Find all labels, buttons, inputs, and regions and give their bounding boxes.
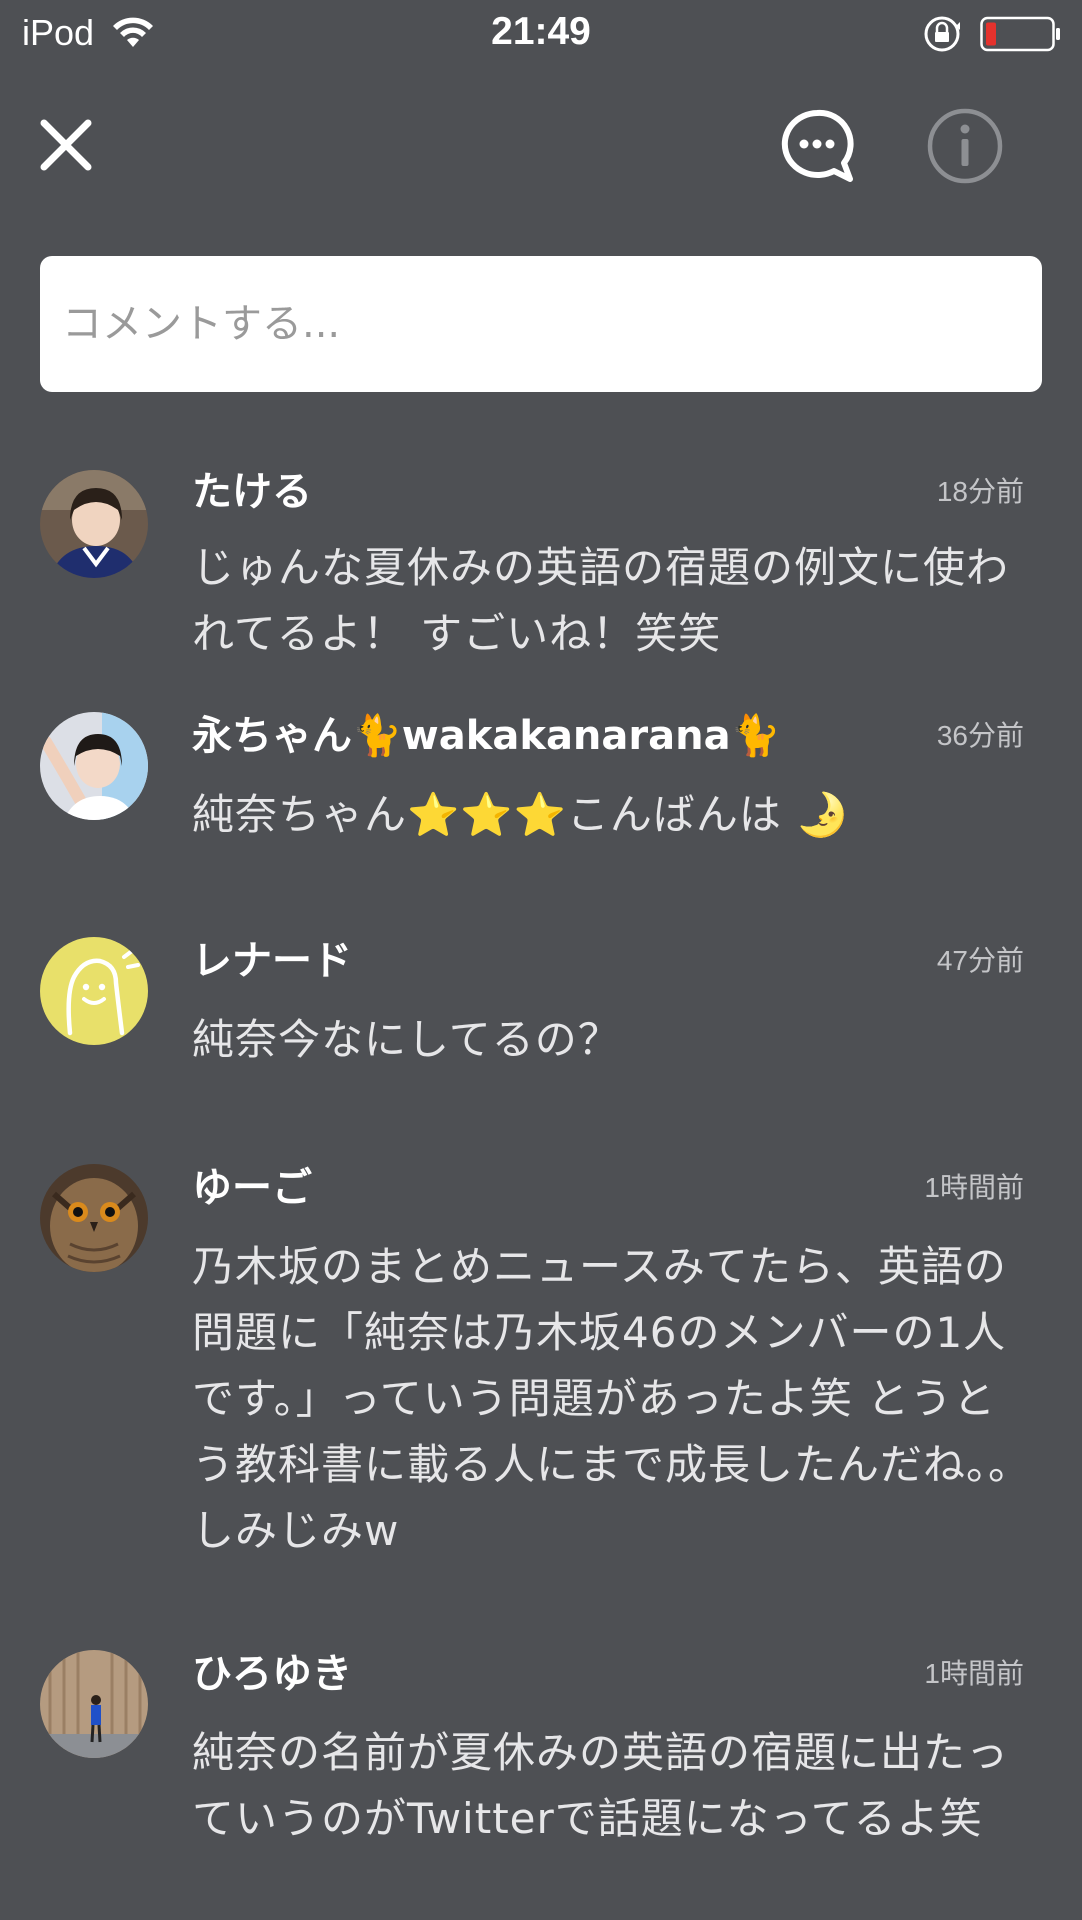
comment-time: 47分前 xyxy=(936,945,1024,976)
comment-author[interactable]: 永ちゃん🐈wakakanarana🐈 xyxy=(192,712,780,760)
user-avatar[interactable] xyxy=(40,712,148,820)
status-right xyxy=(922,14,1062,54)
owl-photo-avatar-icon xyxy=(40,1164,148,1272)
comment-item[interactable]: たける 18分前 じゅんな夏休みの英語の宿題の例文に使われてるよ！ すごいね！笑… xyxy=(0,430,1082,680)
comment-author[interactable]: たける xyxy=(192,468,312,516)
comment-item[interactable]: ひろゆき 1時間前 純奈の名前が夏休みの英語の宿題に出たっていうのがTwitte… xyxy=(0,1650,1082,1920)
comment-text: 純奈今なにしてるの？ xyxy=(192,1015,621,1064)
comment-text: じゅんな夏休みの英語の宿題の例文に使われてるよ！ すごいね！笑笑 xyxy=(192,543,1010,658)
comment-author[interactable]: ゆーご xyxy=(192,1164,312,1212)
photo-avatar-icon xyxy=(40,470,148,578)
chat-bubble-icon[interactable] xyxy=(778,107,856,185)
top-toolbar xyxy=(0,95,1082,195)
user-avatar[interactable] xyxy=(40,470,148,578)
comment-time: 36分前 xyxy=(936,720,1024,751)
info-icon[interactable] xyxy=(926,107,1004,185)
user-avatar[interactable] xyxy=(40,1164,148,1272)
comment-time: 1時間前 xyxy=(924,1172,1024,1203)
photo-avatar-icon xyxy=(40,712,148,820)
close-icon[interactable] xyxy=(38,117,94,173)
comment-item[interactable]: レナード 47分前 純奈今なにしてるの？ xyxy=(0,937,1082,1097)
user-avatar[interactable] xyxy=(40,937,148,1045)
comment-text: 純奈の名前が夏休みの英語の宿題に出たっていうのがTwitterで話題になってるよ… xyxy=(192,1728,1010,1843)
comment-text: 純奈ちゃん⭐⭐⭐こんばんは 🌛 xyxy=(192,790,850,839)
default-face-avatar-icon xyxy=(40,937,148,1045)
comment-item[interactable]: 永ちゃん🐈wakakanarana🐈 36分前 純奈ちゃん⭐⭐⭐こんばんは 🌛 xyxy=(0,712,1082,872)
comment-text: 乃木坂のまとめニュースみてたら、英語の問題に「純奈は乃木坂46のメンバーの1人で… xyxy=(192,1242,1032,1555)
comment-author[interactable]: レナード xyxy=(192,937,352,985)
user-avatar[interactable] xyxy=(40,1650,148,1758)
status-bar: iPod 21:49 xyxy=(0,0,1082,70)
comment-time: 1時間前 xyxy=(924,1658,1024,1689)
comment-time: 18分前 xyxy=(936,476,1024,507)
comment-item[interactable]: ゆーご 1時間前 乃木坂のまとめニュースみてたら、英語の問題に「純奈は乃木坂46… xyxy=(0,1164,1082,1584)
photo-avatar-icon xyxy=(40,1650,148,1758)
battery-icon xyxy=(980,16,1060,52)
comment-input[interactable] xyxy=(40,256,1042,392)
comment-author[interactable]: ひろゆき xyxy=(192,1650,352,1698)
status-time: 21:49 xyxy=(491,10,591,53)
orientation-lock-icon xyxy=(924,16,960,52)
